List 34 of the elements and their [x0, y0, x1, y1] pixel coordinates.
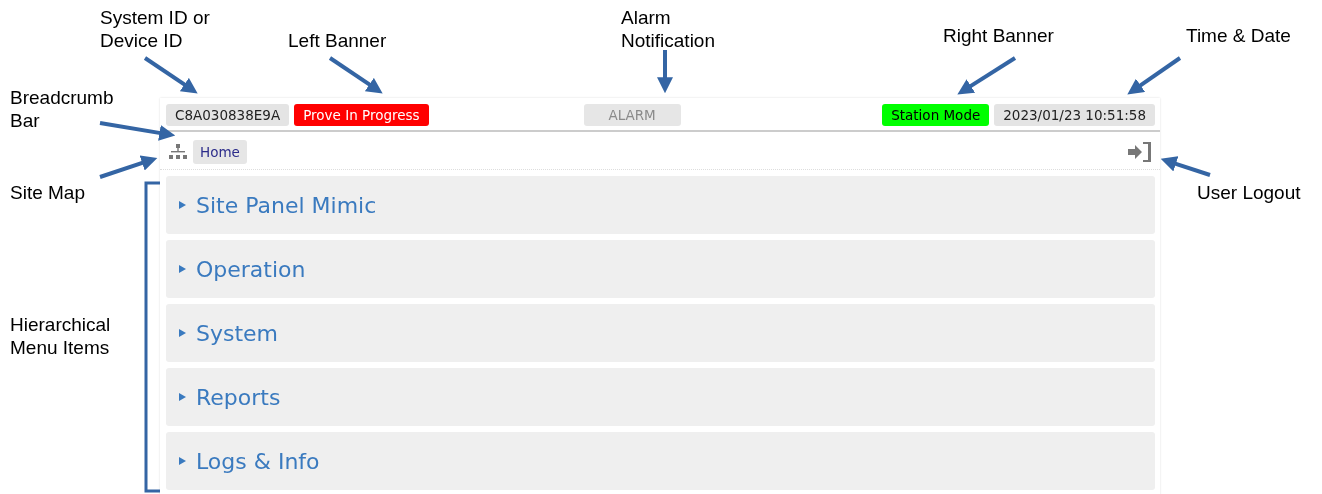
menu-item[interactable]: System [166, 304, 1155, 362]
annotation-label: Time & Date [1186, 24, 1291, 47]
annotation-label: Alarm Notification [621, 6, 715, 52]
annotation-label: Right Banner [943, 24, 1054, 47]
logout-icon[interactable] [1128, 141, 1152, 163]
annotation-label: Hierarchical Menu Items [10, 313, 111, 359]
caret-right-icon [179, 329, 186, 337]
menu-item[interactable]: Reports [166, 368, 1155, 426]
caret-right-icon [179, 265, 186, 273]
right-banner: Station Mode [882, 104, 990, 126]
breadcrumb-link[interactable]: Home [193, 140, 247, 164]
annotation-label: Breadcrumb Bar [10, 86, 114, 132]
annotation-arrow [1160, 156, 1211, 177]
alarm-indicator: ALARM [583, 104, 681, 126]
annotation-arrow [99, 155, 158, 179]
left-banner: Prove In Progress [294, 104, 429, 126]
date-time: 2023/01/23 10:51:58 [994, 104, 1155, 126]
caret-right-icon [179, 201, 186, 209]
caret-right-icon [179, 393, 186, 401]
site-map-icon[interactable] [168, 144, 188, 160]
annotation-label: Site Map [10, 181, 85, 204]
annotation-arrow [957, 56, 1017, 95]
menu-item[interactable]: Operation [166, 240, 1155, 298]
caret-right-icon [179, 457, 186, 465]
annotation-arrow [143, 56, 198, 94]
menu-item[interactable]: Logs & Info [166, 432, 1155, 490]
menu-item[interactable]: Site Panel Mimic [166, 176, 1155, 234]
annotation-label: System ID or Device ID [100, 6, 210, 52]
annotation-label: User Logout [1197, 181, 1301, 204]
device-id: C8A030838E9A [166, 104, 290, 126]
annotation-arrow [1127, 56, 1182, 95]
annotation-label: Left Banner [288, 29, 387, 52]
annotation-arrow [657, 50, 673, 94]
annotation-arrow [328, 56, 383, 94]
